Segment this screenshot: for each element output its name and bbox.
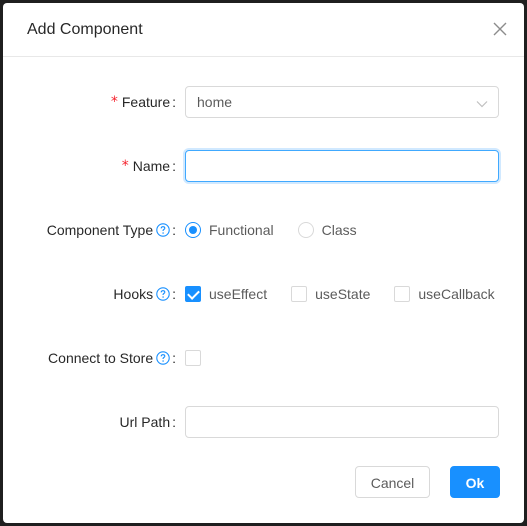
radio-functional[interactable]: Functional: [185, 222, 282, 238]
feature-select-value: home: [197, 94, 233, 110]
chevron-down-icon: [476, 97, 488, 109]
url-path-row: Url Path :: [3, 406, 524, 438]
hooks-label-text: Hooks: [113, 286, 154, 302]
name-input[interactable]: [185, 150, 499, 182]
component-type-label-text: Component Type: [46, 222, 154, 238]
feature-label: * Feature :: [111, 86, 176, 118]
question-circle-icon[interactable]: [156, 287, 170, 301]
checkbox[interactable]: [394, 286, 411, 302]
close-icon: [488, 17, 512, 41]
required-mark: *: [110, 94, 118, 110]
label-colon: :: [172, 286, 176, 302]
add-component-dialog: Add Component * Feature : home * Name: …: [3, 3, 524, 523]
checkbox[interactable]: [291, 286, 308, 302]
hooks-label: Hooks :: [113, 278, 176, 310]
label-colon: :: [172, 158, 176, 174]
checkbox[interactable]: [185, 286, 201, 302]
required-mark: *: [121, 158, 129, 174]
question-circle-icon[interactable]: [156, 351, 170, 365]
modal-title: Add Component: [27, 21, 143, 38]
checkbox-use-callback[interactable]: useCallback: [394, 286, 502, 302]
close-button[interactable]: [488, 17, 512, 41]
url-path-input[interactable]: [185, 406, 499, 438]
connect-to-store-label: Connect to Store :: [48, 342, 176, 374]
name-label: * Name :: [122, 150, 176, 182]
radio-button[interactable]: [185, 222, 201, 238]
url-path-label: Url Path :: [120, 406, 176, 438]
hooks-row: Hooks : useEffect useState useCallback: [3, 278, 524, 310]
question-circle-icon[interactable]: [156, 223, 170, 237]
feature-label-text: Feature: [121, 94, 171, 110]
checkbox-label: useEffect: [209, 286, 268, 302]
radio-label: Class: [321, 222, 357, 238]
checkbox-label: useState: [315, 286, 371, 302]
cancel-button[interactable]: Cancel: [355, 466, 430, 498]
name-row: * Name :: [3, 150, 524, 182]
component-type-radio-group: Functional Class: [185, 214, 381, 246]
component-type-row: Component Type : Functional Class: [3, 214, 524, 246]
radio-button[interactable]: [297, 222, 314, 238]
ok-button[interactable]: Ok: [450, 466, 500, 498]
label-colon: :: [172, 414, 176, 430]
feature-row: * Feature : home: [3, 86, 524, 118]
label-colon: :: [172, 350, 176, 366]
checkbox-use-state[interactable]: useState: [291, 286, 378, 302]
feature-select[interactable]: home: [185, 86, 499, 118]
connect-to-store-row: Connect to Store :: [3, 342, 524, 374]
label-colon: :: [172, 222, 176, 238]
connect-to-store-label-text: Connect to Store: [48, 350, 154, 366]
connect-to-store-checkbox[interactable]: [185, 350, 201, 366]
modal-header: Add Component: [3, 3, 524, 57]
name-label-text: Name: [132, 158, 171, 174]
checkbox-label: useCallback: [418, 286, 495, 302]
label-colon: :: [172, 94, 176, 110]
component-type-label: Component Type :: [47, 214, 176, 246]
radio-label: Functional: [209, 222, 274, 238]
checkbox-use-effect[interactable]: useEffect: [185, 286, 275, 302]
hooks-checkbox-group: useEffect useState useCallback: [185, 278, 519, 310]
url-path-label-text: Url Path: [119, 414, 171, 430]
radio-class[interactable]: Class: [297, 222, 365, 238]
